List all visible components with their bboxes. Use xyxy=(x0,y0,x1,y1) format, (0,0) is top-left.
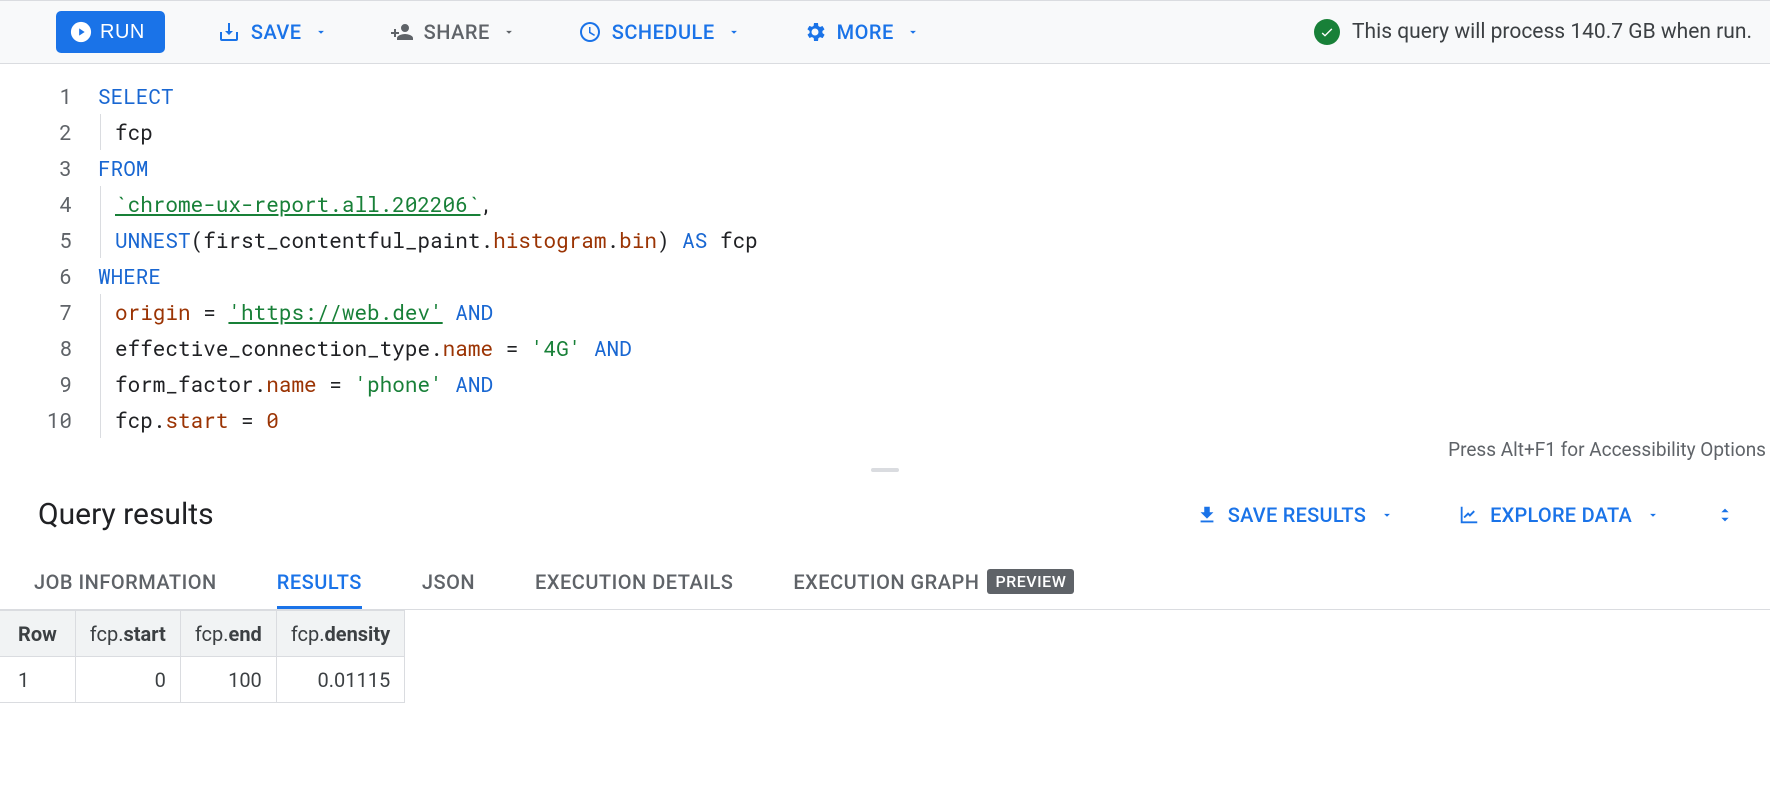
line-number: 3 xyxy=(0,150,72,186)
run-button[interactable]: RUN xyxy=(56,11,165,53)
line-number: 10 xyxy=(0,402,72,438)
code-line[interactable]: UNNEST(first_contentful_paint.histogram.… xyxy=(98,222,1770,258)
line-number: 5 xyxy=(0,222,72,258)
resize-handle[interactable] xyxy=(0,465,1770,475)
person-add-icon xyxy=(390,20,414,44)
chevron-down-icon xyxy=(906,25,920,39)
explore-data-button[interactable]: EXPLORE DATA xyxy=(1458,503,1660,527)
cell: 0.01115 xyxy=(276,657,404,703)
explore-data-label: EXPLORE DATA xyxy=(1490,503,1632,527)
expand-button[interactable] xyxy=(1714,504,1736,526)
check-circle-icon xyxy=(1314,19,1340,45)
line-number: 7 xyxy=(0,294,72,330)
chevron-down-icon xyxy=(314,25,328,39)
query-status: This query will process 140.7 GB when ru… xyxy=(1314,19,1758,45)
column-header: fcp.start xyxy=(75,611,180,657)
cell: 100 xyxy=(180,657,276,703)
tab-execution-graph[interactable]: EXECUTION GRAPHPREVIEW xyxy=(793,554,1074,609)
share-label: SHARE xyxy=(424,20,490,44)
code-line[interactable]: effective_connection_type.name = '4G' AN… xyxy=(98,330,1770,366)
results-tabs: JOB INFORMATION RESULTS JSON EXECUTION DETA… xyxy=(0,554,1770,610)
results-toolbar: Query results SAVE RESULTS EXPLORE DATA xyxy=(0,475,1770,554)
code-line[interactable]: form_factor.name = 'phone' AND xyxy=(98,366,1770,402)
unfold-icon xyxy=(1714,504,1736,526)
results-title: Query results xyxy=(38,497,214,532)
line-number: 6 xyxy=(0,258,72,294)
chevron-down-icon xyxy=(502,25,516,39)
code-line[interactable]: `chrome-ux-report.all.202206`, xyxy=(98,186,1770,222)
preview-badge: PREVIEW xyxy=(987,569,1074,594)
column-header: Row xyxy=(0,611,75,657)
code-line[interactable]: fcp.start = 0 xyxy=(98,402,1770,438)
status-text: This query will process 140.7 GB when ru… xyxy=(1352,20,1752,44)
download-icon xyxy=(1196,504,1218,526)
line-number: 4 xyxy=(0,186,72,222)
column-header: fcp.end xyxy=(180,611,276,657)
chevron-down-icon xyxy=(1646,508,1660,522)
results-table: Rowfcp.startfcp.endfcp.density101000.011… xyxy=(0,610,405,703)
tab-json[interactable]: JSON xyxy=(422,554,475,609)
more-label: MORE xyxy=(837,20,894,44)
code-line[interactable]: fcp xyxy=(98,114,1770,150)
line-number: 1 xyxy=(0,78,72,114)
query-toolbar: RUN SAVE SHARE SCHEDULE MORE This query … xyxy=(0,0,1770,64)
more-button[interactable]: MORE xyxy=(793,11,930,53)
cell: 0 xyxy=(75,657,180,703)
clock-icon xyxy=(578,20,602,44)
save-icon xyxy=(217,20,241,44)
column-header: fcp.density xyxy=(276,611,404,657)
accessibility-hint: Press Alt+F1 for Accessibility Options xyxy=(0,438,1770,465)
tab-job-information[interactable]: JOB INFORMATION xyxy=(34,554,217,609)
save-label: SAVE xyxy=(251,20,302,44)
tab-execution-details[interactable]: EXECUTION DETAILS xyxy=(535,554,733,609)
code-line[interactable]: origin = 'https://web.dev' AND xyxy=(98,294,1770,330)
sql-editor[interactable]: 12345678910 SELECTfcpFROM`chrome-ux-repo… xyxy=(0,64,1770,438)
run-label: RUN xyxy=(100,21,145,44)
line-number: 2 xyxy=(0,114,72,150)
chevron-down-icon xyxy=(1380,508,1394,522)
line-number: 9 xyxy=(0,366,72,402)
code-line[interactable]: FROM xyxy=(98,150,1770,186)
gear-icon xyxy=(803,20,827,44)
chevron-down-icon xyxy=(727,25,741,39)
share-button[interactable]: SHARE xyxy=(380,11,526,53)
schedule-label: SCHEDULE xyxy=(612,20,715,44)
tab-results[interactable]: RESULTS xyxy=(277,554,362,609)
save-results-button[interactable]: SAVE RESULTS xyxy=(1196,503,1394,527)
chart-icon xyxy=(1458,504,1480,526)
save-results-label: SAVE RESULTS xyxy=(1228,503,1366,527)
code-area[interactable]: SELECTfcpFROM`chrome-ux-report.all.20220… xyxy=(86,64,1770,438)
code-line[interactable]: SELECT xyxy=(98,78,1770,114)
play-icon xyxy=(70,21,92,43)
save-button[interactable]: SAVE xyxy=(207,11,338,53)
schedule-button[interactable]: SCHEDULE xyxy=(568,11,751,53)
row-number: 1 xyxy=(0,657,75,703)
table-row: 101000.01115 xyxy=(0,657,405,703)
line-number: 8 xyxy=(0,330,72,366)
line-gutter: 12345678910 xyxy=(0,64,86,438)
code-line[interactable]: WHERE xyxy=(98,258,1770,294)
